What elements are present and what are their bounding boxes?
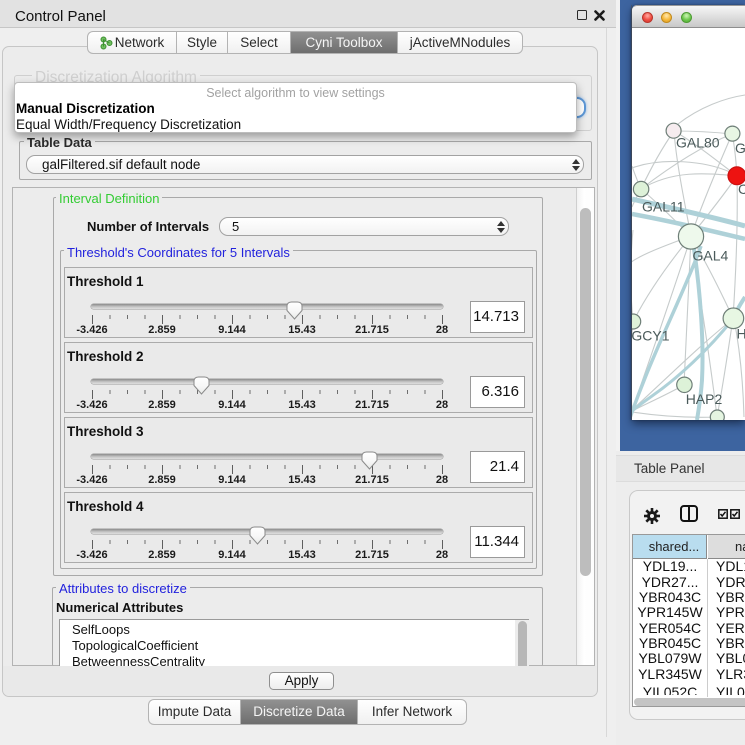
svg-text:CYC8: CYC8 <box>738 181 745 197</box>
svg-text:GAL11: GAL11 <box>642 199 685 215</box>
svg-text:GCY1: GCY1 <box>632 328 670 344</box>
svg-text:GAL2: GAL2 <box>735 140 745 156</box>
svg-text:GAL80: GAL80 <box>676 135 720 151</box>
svg-text:GAL4: GAL4 <box>693 248 729 264</box>
svg-text:HIS4: HIS4 <box>737 326 745 342</box>
svg-text:HAP2: HAP2 <box>686 391 723 407</box>
